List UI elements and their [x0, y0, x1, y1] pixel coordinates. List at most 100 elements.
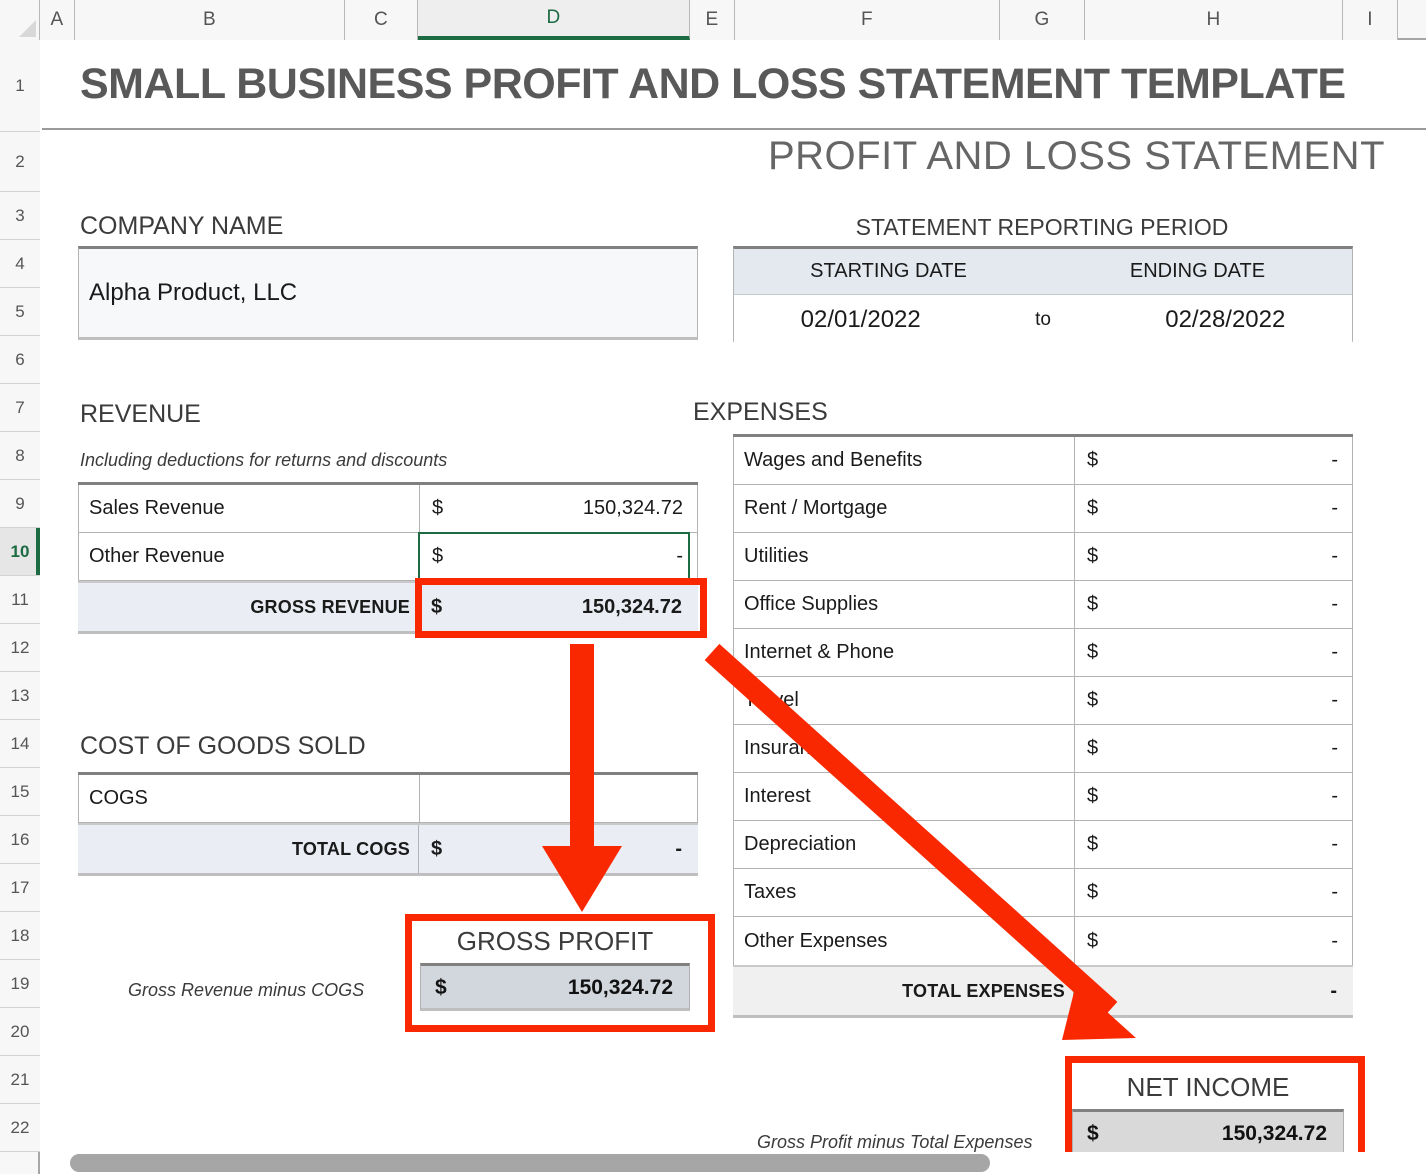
expense-row-amount[interactable]: $ - — [1074, 773, 1352, 820]
select-all-corner[interactable] — [0, 0, 40, 40]
revenue-row-name: Sales Revenue — [89, 497, 225, 519]
row-header-6[interactable]: 6 — [0, 336, 40, 384]
row-header-20[interactable]: 20 — [0, 1008, 40, 1056]
table-row[interactable]: Other Expenses $ - — [733, 917, 1353, 965]
amount-value: - — [1331, 833, 1338, 855]
gross-revenue-row[interactable]: GROSS REVENUE $ 150,324.72 — [78, 581, 698, 631]
column-header-h[interactable]: H — [1085, 0, 1343, 40]
expense-row-amount[interactable]: $ - — [1074, 869, 1352, 916]
column-header-f[interactable]: F — [735, 0, 1000, 40]
row-header-18[interactable]: 18 — [0, 912, 40, 960]
column-header-c[interactable]: C — [345, 0, 418, 40]
total-expenses-row[interactable]: TOTAL EXPENSES $ - — [733, 965, 1353, 1015]
table-row[interactable]: Interest $ - — [733, 773, 1353, 821]
reporting-period-label: STATEMENT REPORTING PERIOD — [855, 214, 1229, 240]
column-header-e[interactable]: E — [690, 0, 735, 40]
row-header-7[interactable]: 7 — [0, 384, 40, 432]
horizontal-scrollbar-thumb[interactable] — [70, 1154, 990, 1172]
row-header-16[interactable]: 16 — [0, 816, 40, 864]
table-row[interactable]: Taxes $ - — [733, 869, 1353, 917]
row-header-4[interactable]: 4 — [0, 240, 40, 288]
column-header-b[interactable]: B — [75, 0, 345, 40]
row-header-8[interactable]: 8 — [0, 432, 40, 480]
table-row[interactable]: Depreciation $ - — [733, 821, 1353, 869]
expense-row-name: Wages and Benefits — [744, 449, 923, 471]
row-header-15[interactable]: 15 — [0, 768, 40, 816]
column-header-g[interactable]: G — [1000, 0, 1085, 40]
company-name-label: COMPANY NAME — [80, 212, 284, 240]
expense-row-amount[interactable]: $ - — [1074, 725, 1352, 772]
row-header-19[interactable]: 19 — [0, 960, 40, 1008]
total-cogs-amount[interactable]: $ - — [418, 825, 696, 873]
currency-symbol: $ — [1086, 979, 1098, 1002]
row-header-21[interactable]: 21 — [0, 1056, 40, 1104]
revenue-row-amount[interactable]: $ - — [419, 533, 697, 580]
row-header-3[interactable]: 3 — [0, 192, 40, 240]
row-header-22[interactable]: 22 — [0, 1104, 40, 1152]
expense-row-name: Insurance — [744, 737, 832, 759]
cogs-table: COGS TOTAL COGS $ - — [78, 772, 698, 876]
expense-row-name: Travel — [744, 689, 799, 711]
expense-row-amount[interactable]: $ - — [1074, 821, 1352, 868]
amount-value: - — [1331, 545, 1338, 567]
table-row[interactable]: Insurance $ - — [733, 725, 1353, 773]
row-header-9[interactable]: 9 — [0, 480, 40, 528]
amount-value: 150,324.72 — [581, 595, 682, 618]
table-row[interactable]: Rent / Mortgage $ - — [733, 485, 1353, 533]
table-row[interactable]: COGS — [78, 775, 698, 823]
expense-row-name: Utilities — [744, 545, 809, 567]
net-income-block: NET INCOME $ 150,324.72 — [1072, 1072, 1344, 1157]
column-header-bar: ABCDEFGHI — [0, 0, 1426, 40]
total-expenses-amount[interactable]: $ - — [1073, 967, 1351, 1015]
table-row[interactable]: Sales Revenue $ 150,324.72 — [78, 485, 698, 533]
company-name-field[interactable]: Alpha Product, LLC — [78, 246, 698, 340]
expense-row-amount[interactable]: $ - — [1074, 677, 1352, 724]
row-header-14[interactable]: 14 — [0, 720, 40, 768]
table-row[interactable]: Travel $ - — [733, 677, 1353, 725]
currency-symbol: $ — [431, 595, 443, 618]
select-all-triangle-icon — [19, 20, 36, 37]
table-row[interactable]: Office Supplies $ - — [733, 581, 1353, 629]
column-header-a[interactable]: A — [40, 0, 75, 40]
revenue-row-amount[interactable]: $ 150,324.72 — [419, 485, 697, 532]
starting-date-value[interactable]: 02/01/2022 — [734, 306, 987, 334]
title-divider — [42, 128, 1426, 130]
expense-row-amount[interactable]: $ - — [1074, 485, 1352, 532]
row-header-17[interactable]: 17 — [0, 864, 40, 912]
total-cogs-row[interactable]: TOTAL COGS $ - — [78, 823, 698, 873]
row-header-11[interactable]: 11 — [0, 576, 40, 624]
expense-row-amount[interactable]: $ - — [1074, 437, 1352, 484]
amount-value: - — [1331, 497, 1338, 519]
ending-date-value[interactable]: 02/28/2022 — [1099, 306, 1352, 334]
net-income-amount[interactable]: $ 150,324.72 — [1072, 1109, 1344, 1157]
table-row[interactable]: Utilities $ - — [733, 533, 1353, 581]
total-cogs-label: TOTAL COGS — [291, 838, 410, 859]
row-header-13[interactable]: 13 — [0, 672, 40, 720]
gross-profit-amount[interactable]: $ 150,324.72 — [420, 963, 690, 1011]
expense-row-amount[interactable]: $ - — [1074, 533, 1352, 580]
worksheet-canvas[interactable]: SMALL BUSINESS PROFIT AND LOSS STATEMENT… — [42, 42, 1426, 1174]
column-header-i[interactable]: I — [1343, 0, 1398, 40]
horizontal-scrollbar-track[interactable] — [42, 1152, 1426, 1174]
row-header-1[interactable]: 1 — [0, 40, 40, 132]
expense-row-amount[interactable]: $ - — [1074, 581, 1352, 628]
expenses-section-label: EXPENSES — [693, 398, 828, 426]
table-row[interactable]: Internet & Phone $ - — [733, 629, 1353, 677]
gross-revenue-amount[interactable]: $ 150,324.72 — [418, 583, 696, 631]
row-header-10[interactable]: 10 — [0, 528, 40, 576]
column-header-d[interactable]: D — [418, 0, 690, 40]
expense-row-name: Other Expenses — [744, 929, 888, 952]
currency-symbol: $ — [1087, 737, 1099, 759]
expense-row-amount[interactable]: $ - — [1074, 629, 1352, 676]
amount-value: 150,324.72 — [567, 976, 673, 999]
table-row[interactable]: Wages and Benefits $ - — [733, 437, 1353, 485]
amount-value: - — [675, 837, 682, 860]
amount-value: - — [676, 545, 683, 567]
cogs-row-amount[interactable] — [419, 775, 697, 822]
row-header-5[interactable]: 5 — [0, 288, 40, 336]
expense-row-amount[interactable]: $ - — [1074, 917, 1352, 965]
currency-symbol: $ — [431, 837, 443, 860]
table-row[interactable]: Other Revenue $ - — [78, 533, 698, 581]
row-header-12[interactable]: 12 — [0, 624, 40, 672]
row-header-2[interactable]: 2 — [0, 132, 40, 192]
